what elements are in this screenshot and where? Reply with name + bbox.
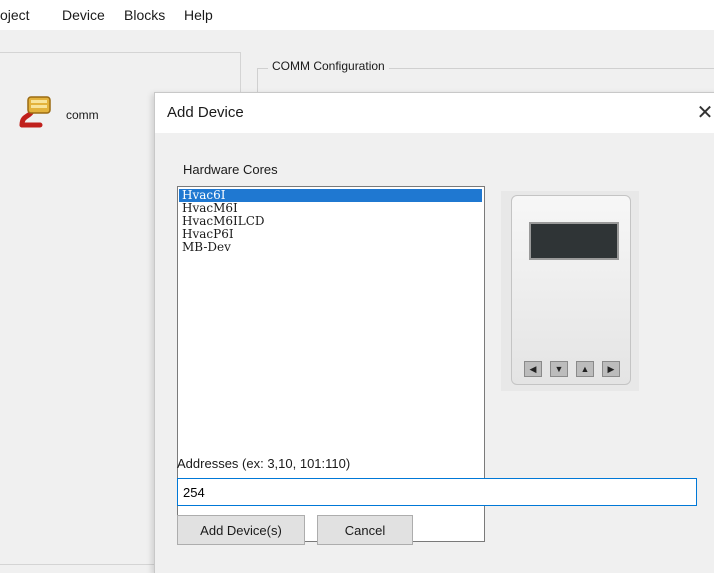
down-arrow-key-icon: ▼ [550, 361, 568, 377]
add-devices-button[interactable]: Add Device(s) [177, 515, 305, 545]
hvac-controller-device-icon: ◀ ▼ ▲ ▶ [501, 191, 639, 391]
menu-project[interactable]: oject [0, 7, 30, 23]
device-lcd-screen [529, 222, 619, 260]
menu-bar: oject Device Blocks Help [0, 0, 714, 30]
menu-device[interactable]: Device [62, 7, 105, 23]
serial-connector-icon [18, 95, 56, 134]
addresses-label: Addresses (ex: 3,10, 101:110) [177, 456, 351, 471]
cancel-button[interactable]: Cancel [317, 515, 413, 545]
list-item-mb-dev[interactable]: MB-Dev [179, 241, 484, 254]
menu-blocks[interactable]: Blocks [124, 7, 165, 23]
close-icon[interactable]: ✕ [690, 100, 714, 128]
comm-configuration-title: COMM Configuration [268, 59, 389, 73]
add-device-dialog: Add Device ✕ Hardware Cores Hvac6I HvacM… [154, 92, 714, 573]
dialog-titlebar[interactable]: Add Device ✕ [155, 93, 714, 133]
right-arrow-key-icon: ▶ [602, 361, 620, 377]
menu-help[interactable]: Help [184, 7, 213, 23]
up-arrow-key-icon: ▲ [576, 361, 594, 377]
tree-node-label: comm [66, 107, 99, 122]
tree-node-comm[interactable]: comm [18, 95, 99, 134]
device-body: ◀ ▼ ▲ ▶ [511, 195, 631, 385]
hardware-cores-label: Hardware Cores [183, 162, 278, 177]
dialog-title: Add Device [167, 104, 244, 121]
addresses-input[interactable] [177, 478, 697, 506]
device-keypad: ◀ ▼ ▲ ▶ [524, 361, 620, 377]
left-arrow-key-icon: ◀ [524, 361, 542, 377]
